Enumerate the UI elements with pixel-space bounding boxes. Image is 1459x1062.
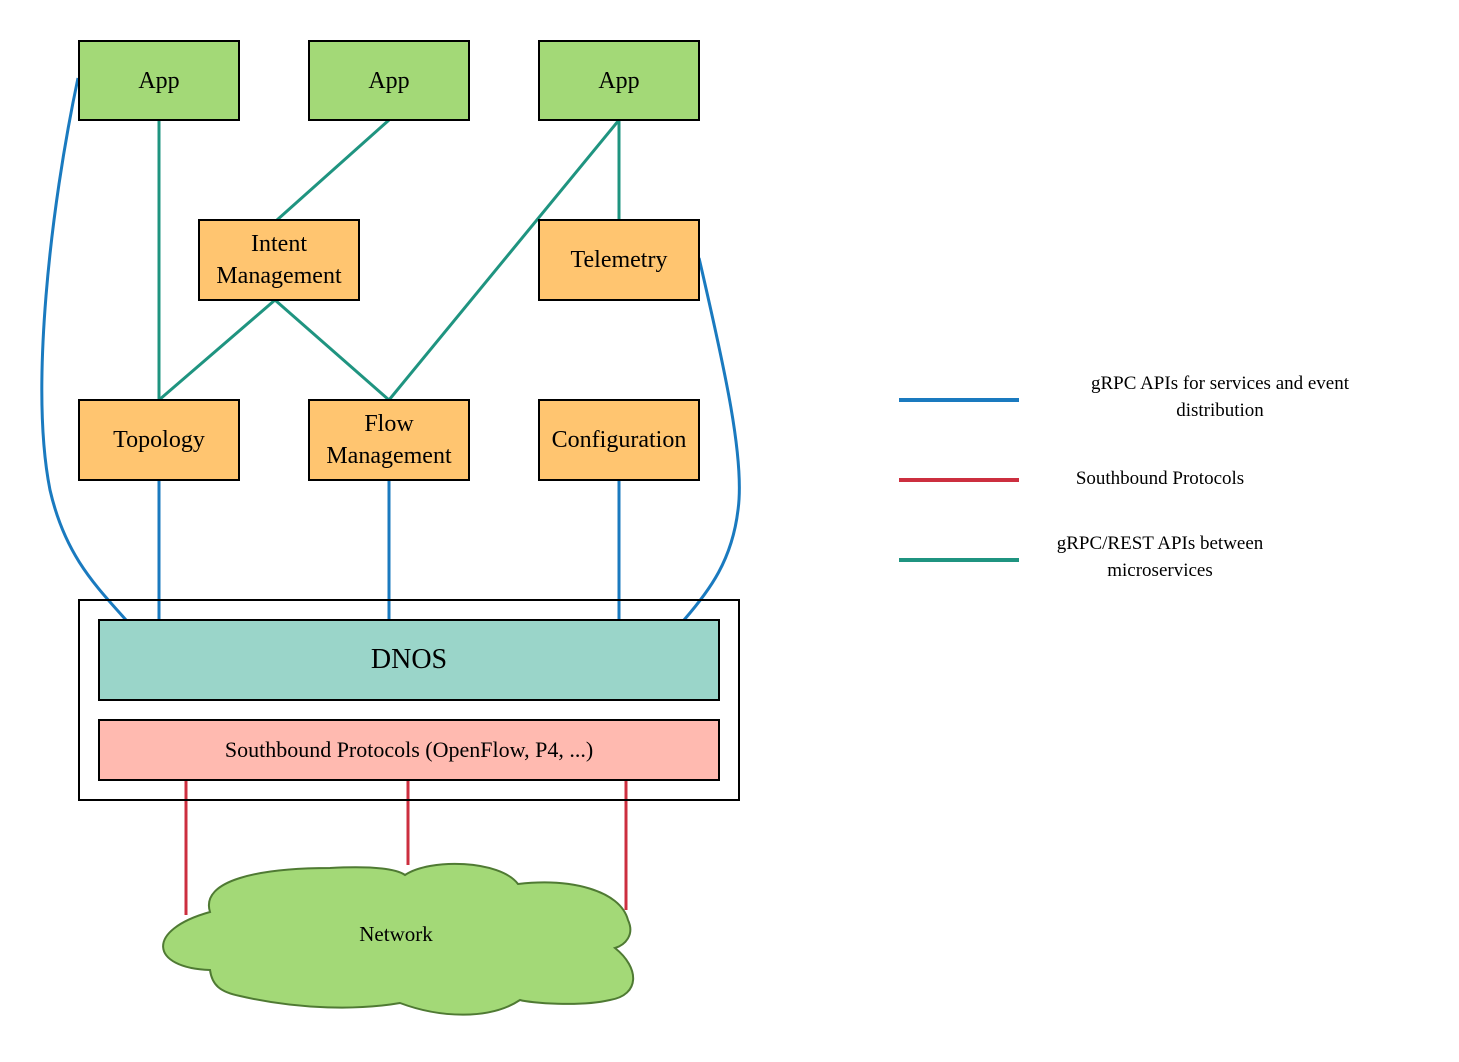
configuration-box[interactable]: Configuration xyxy=(538,399,700,481)
dnos-label: DNOS xyxy=(370,644,448,675)
app-label: App xyxy=(598,67,640,94)
dnos-box[interactable]: DNOS xyxy=(98,619,720,701)
legend-label-grpc-rest: gRPC/REST APIs between microservices xyxy=(1056,533,1264,581)
app-box-3[interactable]: App xyxy=(538,40,700,121)
legend-label-grpc-services: gRPC APIs for services and event distrib… xyxy=(1090,373,1350,421)
network-label: Network xyxy=(359,922,433,946)
topology-box[interactable]: Topology xyxy=(78,399,240,481)
intent-management-label: Intent Management xyxy=(216,231,342,289)
edge-app1-dnos-curve xyxy=(40,77,128,621)
topology-label: Topology xyxy=(113,427,205,453)
edge-intent-topology xyxy=(158,298,276,402)
configuration-label: Configuration xyxy=(551,427,687,453)
legend-label-southbound: Southbound Protocols xyxy=(1075,468,1245,489)
app-box-1[interactable]: App xyxy=(78,40,240,121)
edge-app2-intent xyxy=(276,118,390,222)
app-box-2[interactable]: App xyxy=(308,40,470,121)
telemetry-label: Telemetry xyxy=(570,247,668,273)
app-label: App xyxy=(368,67,410,94)
edge-intent-flow xyxy=(274,298,390,402)
app-label: App xyxy=(138,67,180,94)
telemetry-box[interactable]: Telemetry xyxy=(538,219,700,301)
flow-management-box[interactable]: Flow Management xyxy=(308,399,470,481)
southbound-protocols-label: Southbound Protocols (OpenFlow, P4, ...) xyxy=(224,737,594,762)
southbound-protocols-box[interactable]: Southbound Protocols (OpenFlow, P4, ...) xyxy=(98,719,720,781)
intent-management-box[interactable]: Intent Management xyxy=(198,219,360,301)
flow-management-label: Flow Management xyxy=(326,411,452,469)
